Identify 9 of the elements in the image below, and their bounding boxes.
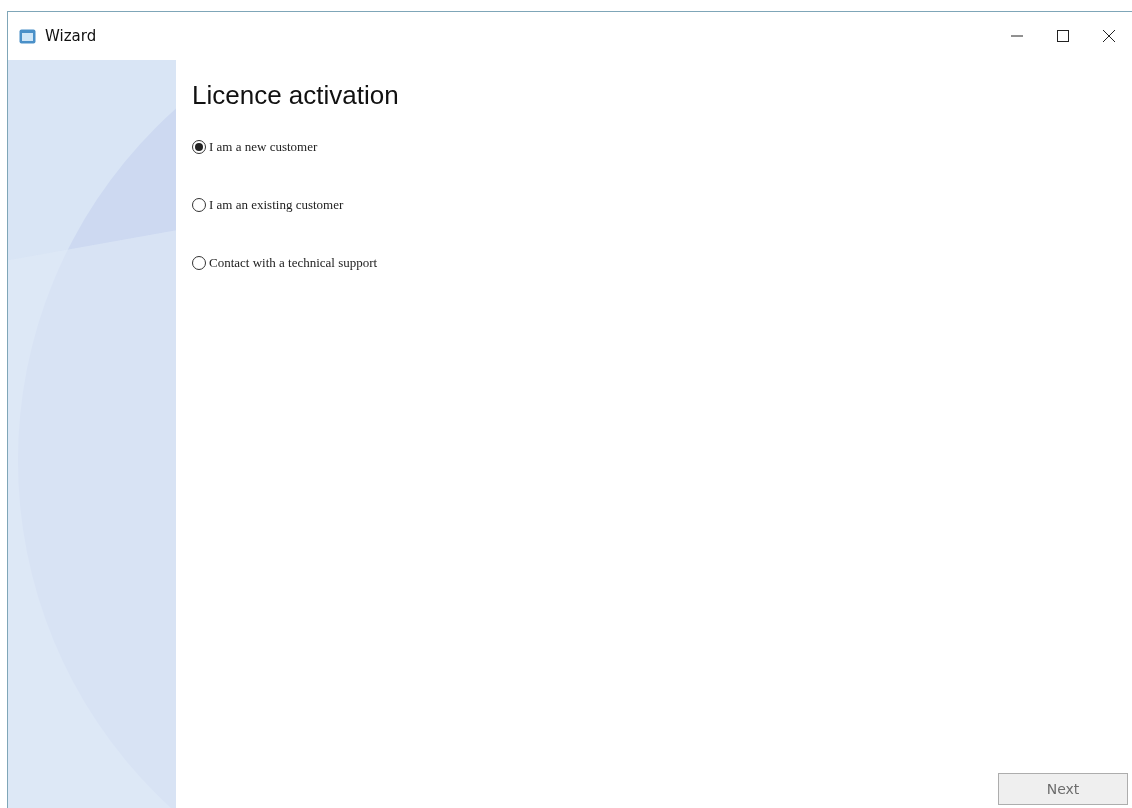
window-title: Wizard [45, 27, 97, 45]
close-icon [1102, 29, 1116, 43]
radio-option[interactable]: Contact with a technical support [192, 255, 1132, 271]
app-icon [19, 28, 36, 44]
maximize-icon [1056, 29, 1070, 43]
radio-option[interactable]: I am an existing customer [192, 197, 1132, 213]
radio-option[interactable]: I am a new customer [192, 139, 1132, 155]
page-heading: Licence activation [192, 80, 400, 111]
minimize-icon [1010, 35, 1024, 37]
